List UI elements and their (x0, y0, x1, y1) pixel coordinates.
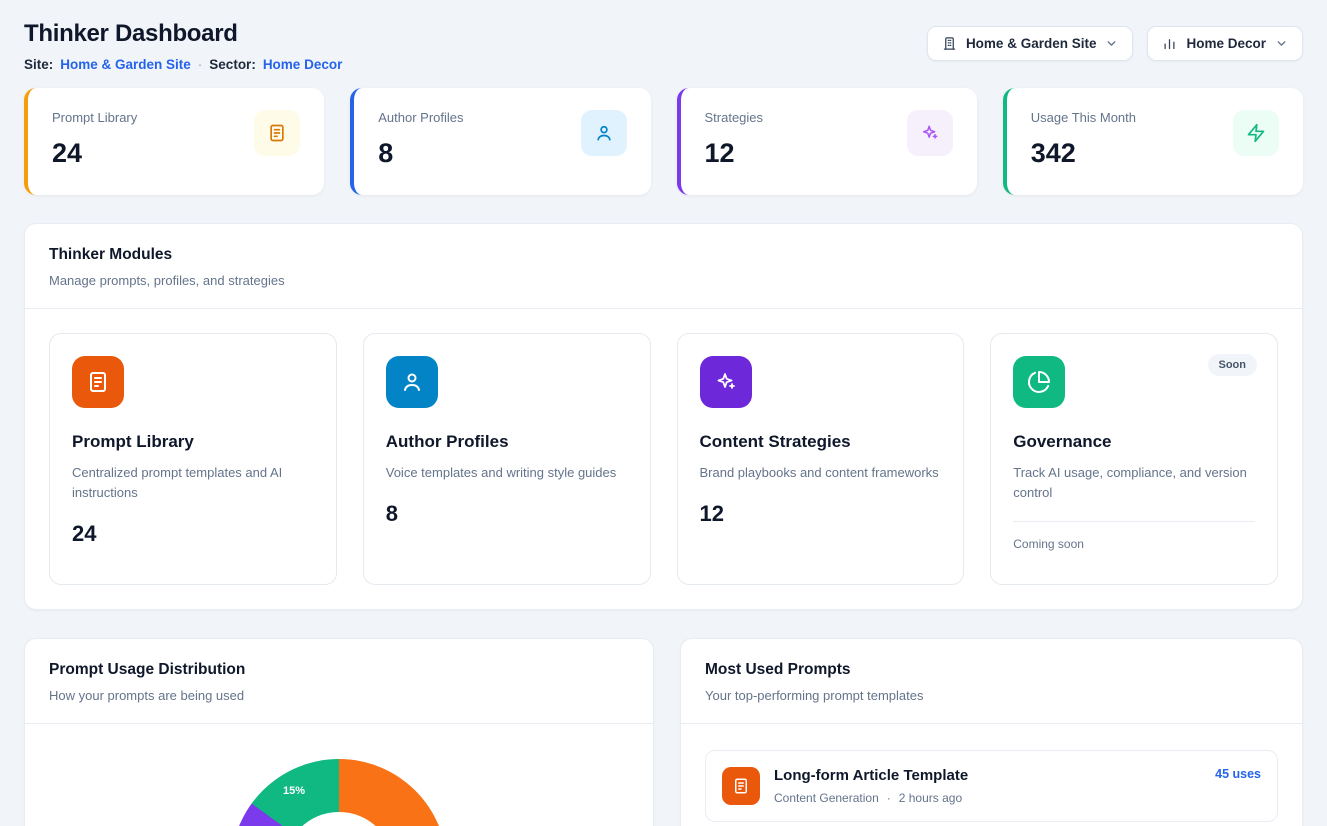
most-used-prompts-panel: Most Used Prompts Your top-performing pr… (680, 638, 1303, 826)
module-description: Voice templates and writing style guides (386, 463, 628, 483)
site-label: Site: (24, 57, 53, 72)
header-left: Thinker Dashboard Site: Home & Garden Si… (24, 20, 342, 72)
stat-label: Strategies (705, 110, 764, 125)
prompts-panel-title: Most Used Prompts (705, 661, 1278, 679)
stat-value: 342 (1031, 138, 1136, 169)
prompts-panel-header: Most Used Prompts Your top-performing pr… (681, 639, 1302, 723)
usage-donut: 15% (231, 759, 447, 826)
module-title: Content Strategies (700, 432, 942, 452)
lightning-bolt-icon (1233, 110, 1279, 156)
stat-value: 24 (52, 138, 137, 169)
person-icon (386, 356, 438, 408)
separator-dot: · (887, 791, 891, 805)
module-card-author-profiles[interactable]: Author Profiles Voice templates and writ… (363, 333, 651, 585)
modules-subtitle: Manage prompts, profiles, and strategies (49, 273, 1278, 288)
pie-chart-icon (1013, 356, 1065, 408)
building-icon (942, 36, 957, 51)
document-icon (72, 356, 124, 408)
modules-grid: Prompt Library Centralized prompt templa… (25, 309, 1302, 609)
prompt-item-title: Long-form Article Template (774, 767, 968, 784)
module-title: Author Profiles (386, 432, 628, 452)
bar-chart-icon (1162, 36, 1177, 51)
module-card-content-strategies[interactable]: Content Strategies Brand playbooks and c… (677, 333, 965, 585)
module-description: Track AI usage, compliance, and version … (1013, 463, 1255, 503)
stat-label: Author Profiles (378, 110, 463, 125)
module-count: 12 (700, 501, 942, 527)
donut-chart-area: 15% (25, 724, 653, 826)
divider (1013, 521, 1255, 522)
prompt-list-item[interactable]: Long-form Article Template Content Gener… (705, 750, 1278, 822)
stat-card-usage: Usage This Month 342 (1003, 88, 1303, 195)
stat-card-author-profiles: Author Profiles 8 (350, 88, 650, 195)
module-description: Centralized prompt templates and AI inst… (72, 463, 314, 503)
module-title: Prompt Library (72, 432, 314, 452)
module-card-prompt-library[interactable]: Prompt Library Centralized prompt templa… (49, 333, 337, 585)
sector-link[interactable]: Home Decor (263, 57, 343, 72)
prompt-item-meta: Content Generation · 2 hours ago (774, 791, 968, 805)
usage-panel-subtitle: How your prompts are being used (49, 688, 629, 703)
site-selector-dropdown[interactable]: Home & Garden Site (927, 26, 1134, 61)
dashboard-page: Thinker Dashboard Site: Home & Garden Si… (0, 0, 1327, 826)
bottom-row: Prompt Usage Distribution How your promp… (24, 638, 1303, 826)
usage-panel-header: Prompt Usage Distribution How your promp… (25, 639, 653, 723)
sector-label: Sector: (209, 57, 256, 72)
stat-value: 12 (705, 138, 764, 169)
breadcrumb: Site: Home & Garden Site · Sector: Home … (24, 57, 342, 72)
header: Thinker Dashboard Site: Home & Garden Si… (24, 20, 1303, 72)
soon-badge: Soon (1208, 354, 1258, 376)
document-icon (722, 767, 760, 805)
prompts-panel-subtitle: Your top-performing prompt templates (705, 688, 1278, 703)
chevron-down-icon (1275, 37, 1288, 50)
site-link[interactable]: Home & Garden Site (60, 57, 191, 72)
module-count: 8 (386, 501, 628, 527)
module-description: Brand playbooks and content frameworks (700, 463, 942, 483)
thinker-modules-panel: Thinker Modules Manage prompts, profiles… (24, 223, 1303, 610)
coming-soon-label: Coming soon (1013, 537, 1255, 551)
stat-label: Usage This Month (1031, 110, 1136, 125)
stat-value: 8 (378, 138, 463, 169)
sparkle-star-icon (907, 110, 953, 156)
separator-dot: · (198, 57, 203, 72)
person-icon (581, 110, 627, 156)
sector-selector-value: Home Decor (1186, 36, 1266, 51)
modules-title: Thinker Modules (49, 246, 1278, 264)
sparkle-star-icon (700, 356, 752, 408)
document-icon (254, 110, 300, 156)
site-selector-value: Home & Garden Site (966, 36, 1097, 51)
stats-row: Prompt Library 24 Author Profiles 8 Stra… (24, 88, 1303, 195)
module-title: Governance (1013, 432, 1255, 452)
stat-label: Prompt Library (52, 110, 137, 125)
sector-selector-dropdown[interactable]: Home Decor (1147, 26, 1303, 61)
divider (681, 723, 1302, 724)
header-selectors: Home & Garden Site Home Decor (927, 26, 1303, 61)
donut-segment-label: 15% (283, 785, 305, 797)
prompt-category: Content Generation (774, 791, 879, 805)
usage-distribution-panel: Prompt Usage Distribution How your promp… (24, 638, 654, 826)
usage-panel-title: Prompt Usage Distribution (49, 661, 629, 679)
stat-card-prompt-library: Prompt Library 24 (24, 88, 324, 195)
prompt-item-body: Long-form Article Template Content Gener… (774, 767, 968, 805)
module-card-governance[interactable]: Soon Governance Track AI usage, complian… (990, 333, 1278, 585)
page-title: Thinker Dashboard (24, 20, 342, 48)
modules-panel-header: Thinker Modules Manage prompts, profiles… (25, 224, 1302, 308)
chevron-down-icon (1105, 37, 1118, 50)
stat-card-strategies: Strategies 12 (677, 88, 977, 195)
prompt-uses-badge: 45 uses (1215, 767, 1261, 781)
module-count: 24 (72, 521, 314, 547)
prompt-time: 2 hours ago (899, 791, 962, 805)
